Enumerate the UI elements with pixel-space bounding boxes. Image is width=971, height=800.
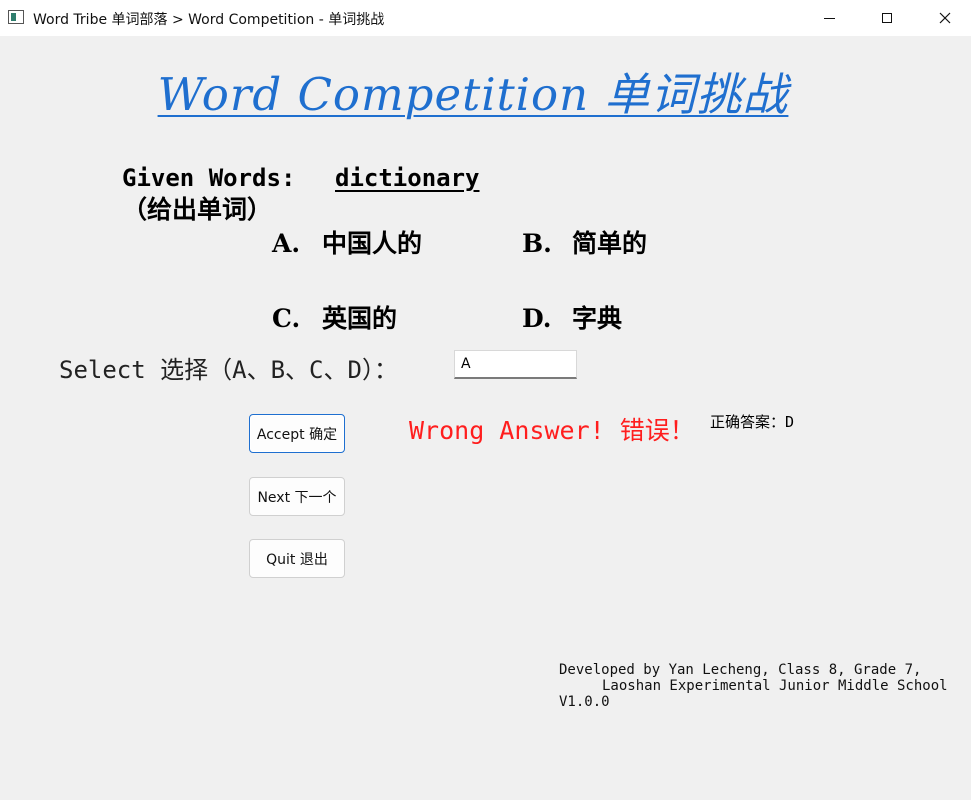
window-title: Word Tribe 单词部落 > Word Competition - 单词挑… <box>33 12 385 28</box>
title-bar: Word Tribe 单词部落 > Word Competition - 单词挑… <box>0 0 971 36</box>
minimize-button[interactable] <box>800 0 858 36</box>
close-button[interactable] <box>916 0 971 36</box>
option-c: C. 英国的 <box>272 299 397 335</box>
maximize-icon <box>882 13 892 23</box>
page-heading: Word Competition 单词挑战 <box>157 68 789 121</box>
credits-line-1: Developed by Yan Lecheng, Class 8, Grade… <box>559 662 922 678</box>
option-text: 字典 <box>572 304 623 333</box>
page-heading-container: Word Competition 单词挑战 <box>0 58 971 123</box>
next-button[interactable]: Next 下一个 <box>249 477 345 516</box>
credits: Developed by Yan Lecheng, Class 8, Grade… <box>559 662 948 710</box>
option-a: A. 中国人的 <box>272 224 422 260</box>
answer-input[interactable] <box>454 350 577 379</box>
option-letter: D. <box>522 304 552 333</box>
given-word: dictionary <box>335 164 480 192</box>
result-message: Wrong Answer! 错误！ <box>409 416 695 445</box>
maximize-button[interactable] <box>858 0 916 36</box>
given-words-label-cn: （给出单词） <box>122 195 273 224</box>
app-icon <box>8 10 24 24</box>
version-label: V1.0.0 <box>559 694 610 710</box>
accept-button[interactable]: Accept 确定 <box>249 414 345 453</box>
option-letter: A. <box>272 229 301 258</box>
option-b: B. 简单的 <box>522 224 647 260</box>
minimize-icon <box>823 17 835 19</box>
correct-answer: 正确答案：D <box>710 413 795 431</box>
quit-button[interactable]: Quit 退出 <box>249 539 345 578</box>
option-text: 英国的 <box>322 304 398 333</box>
credits-line-2: Laoshan Experimental Junior Middle Schoo… <box>602 678 948 694</box>
option-d: D. 字典 <box>522 299 622 335</box>
option-text: 中国人的 <box>322 229 423 258</box>
option-text: 简单的 <box>572 229 648 258</box>
close-icon <box>939 12 951 24</box>
option-letter: B. <box>522 229 552 258</box>
select-label: Select 选择（A、B、C、D）： <box>59 356 398 384</box>
given-words-label: Given Words: <box>122 164 296 192</box>
option-letter: C. <box>272 304 301 333</box>
